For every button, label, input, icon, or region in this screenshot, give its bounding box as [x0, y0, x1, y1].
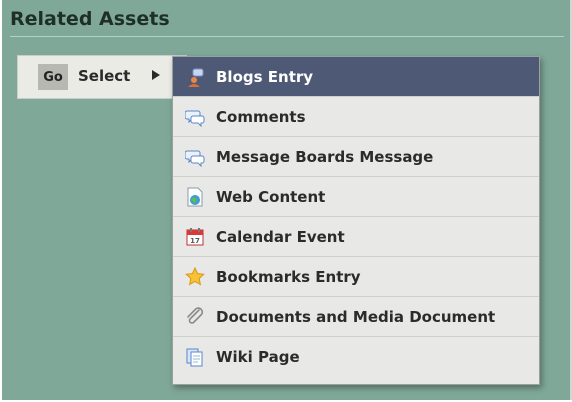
message-boards-icon: [185, 147, 205, 167]
menu-item-label: Calendar Event: [216, 227, 345, 246]
menu-item-label: Web Content: [216, 187, 326, 206]
paperclip-icon: [185, 306, 205, 327]
menu-item-blogs-entry[interactable]: Blogs Entry: [173, 57, 539, 97]
section-title: Related Assets: [10, 8, 170, 30]
svg-text:17: 17: [190, 237, 200, 245]
blogs-entry-icon: [185, 67, 205, 87]
asset-type-menu: Blogs Entry Comments Message Boards Mess…: [172, 56, 540, 385]
wiki-page-icon: [185, 347, 205, 367]
menu-item-calendar-event[interactable]: 17 Calendar Event: [173, 217, 539, 257]
menu-item-comments[interactable]: Comments: [173, 97, 539, 137]
menu-item-web-content[interactable]: Web Content: [173, 177, 539, 217]
select-menu-trigger[interactable]: Select: [78, 67, 130, 85]
comments-icon: [185, 107, 205, 127]
menu-item-wiki-page[interactable]: Wiki Page: [173, 337, 539, 377]
menu-item-label: Bookmarks Entry: [216, 267, 361, 286]
menu-item-label: Blogs Entry: [216, 67, 314, 86]
web-content-icon: [185, 187, 205, 207]
menu-item-label: Message Boards Message: [216, 147, 434, 166]
menu-item-label: Documents and Media Document: [216, 307, 496, 326]
go-button[interactable]: Go: [38, 64, 68, 90]
chevron-right-icon[interactable]: [152, 70, 160, 80]
menu-item-label: Comments: [216, 107, 306, 126]
asset-select-bar: Go Select: [17, 55, 187, 99]
menu-item-bookmarks-entry[interactable]: Bookmarks Entry: [173, 257, 539, 297]
bookmarks-star-icon: [185, 266, 205, 287]
menu-item-message-boards-message[interactable]: Message Boards Message: [173, 137, 539, 177]
menu-item-documents-and-media-document[interactable]: Documents and Media Document: [173, 297, 539, 337]
title-divider: [10, 36, 564, 37]
calendar-icon: 17: [185, 227, 205, 247]
menu-item-label: Wiki Page: [216, 348, 300, 366]
